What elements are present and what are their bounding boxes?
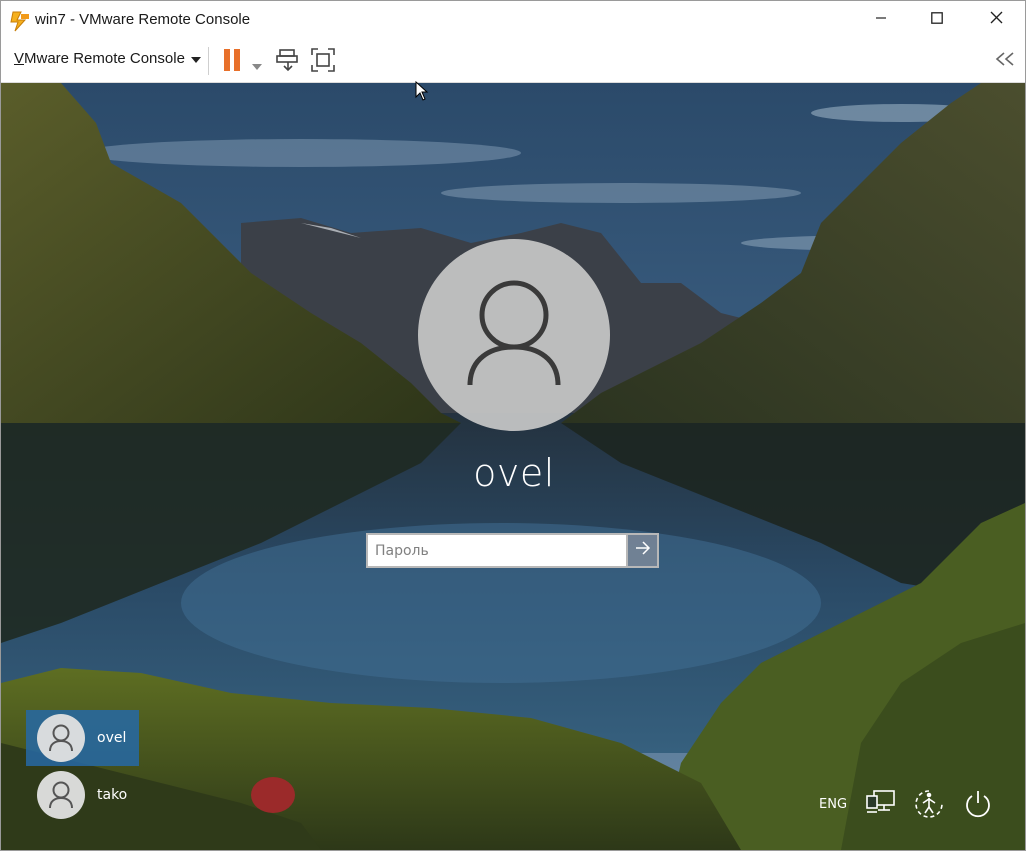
user-tile-label: tako <box>97 787 128 803</box>
vmware-logo-icon <box>9 10 31 32</box>
password-field-group <box>366 533 661 568</box>
power-icon[interactable] <box>963 789 993 824</box>
mouse-cursor-icon <box>415 80 429 106</box>
language-indicator[interactable]: ENG <box>819 797 847 812</box>
user-avatar-icon <box>37 714 85 762</box>
menu-label-mnemonic: V <box>14 50 25 67</box>
submit-button[interactable] <box>626 533 659 568</box>
user-avatar-large <box>418 239 610 431</box>
double-chevron-left-icon[interactable] <box>995 52 1015 71</box>
send-keys-icon[interactable] <box>276 48 300 77</box>
vm-console-screen[interactable]: ovel ovel tako ENG <box>1 83 1025 850</box>
ease-of-access-icon[interactable] <box>913 789 945 824</box>
minimize-icon <box>875 11 887 29</box>
window-title: win7 - VMware Remote Console <box>35 11 251 28</box>
vmrc-window: win7 - VMware Remote Console VMware Remo… <box>0 0 1026 851</box>
close-button[interactable] <box>967 1 1025 39</box>
user-avatar-icon <box>37 771 85 819</box>
menu-label: Mware Remote Console <box>24 50 185 67</box>
user-tile-label: ovel <box>97 730 127 746</box>
arrow-right-icon <box>635 541 651 560</box>
pause-icon[interactable] <box>223 49 243 76</box>
minimize-button[interactable] <box>852 1 910 39</box>
vmrc-menu-button[interactable]: VMware Remote Console <box>14 50 201 67</box>
fullscreen-icon[interactable] <box>311 48 335 77</box>
login-username: ovel <box>473 451 555 495</box>
maximize-button[interactable] <box>908 1 966 39</box>
network-icon[interactable] <box>865 789 897 822</box>
toolbar-divider <box>208 47 209 75</box>
toolbar: VMware Remote Console <box>1 39 1025 83</box>
maximize-icon <box>931 11 943 29</box>
close-icon <box>990 11 1003 29</box>
title-bar: win7 - VMware Remote Console <box>1 1 1025 39</box>
user-tile-tako[interactable]: tako <box>26 767 139 823</box>
pause-dropdown-chevron-down-icon[interactable] <box>252 57 262 75</box>
user-avatar-icon <box>466 279 562 392</box>
password-input[interactable] <box>366 533 626 568</box>
chevron-down-icon <box>190 50 201 67</box>
user-tile-ovel[interactable]: ovel <box>26 710 139 766</box>
